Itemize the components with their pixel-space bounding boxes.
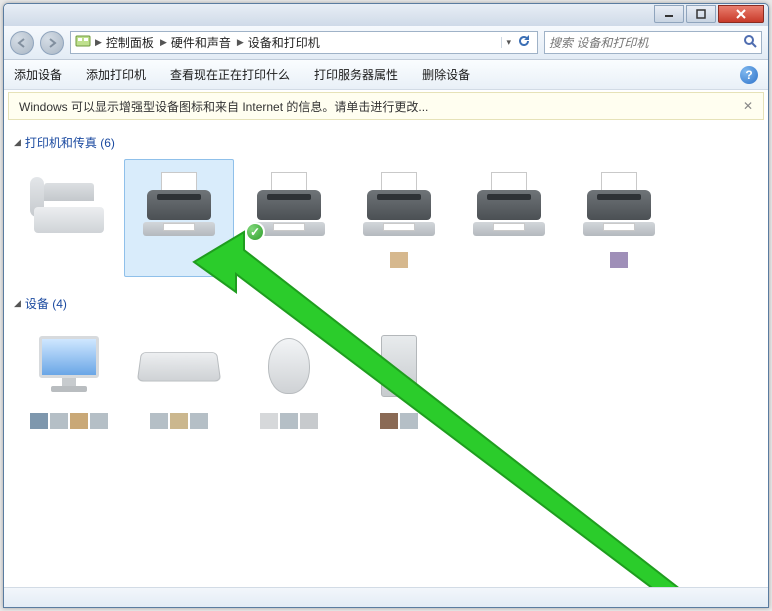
control-panel-icon <box>75 33 91 52</box>
add-printer-button[interactable]: 添加打印机 <box>86 66 146 83</box>
window-minimize-button[interactable] <box>654 5 684 23</box>
chevron-right-icon: ▶ <box>95 37 102 48</box>
printer-item[interactable] <box>124 159 234 277</box>
printer-icon <box>461 166 557 244</box>
printer-item[interactable]: ✓ <box>234 159 344 277</box>
window-titlebar <box>4 4 768 26</box>
label-swatches <box>19 413 119 429</box>
content-pane: ◢ 打印机和传真 (6) ✓ ◢ 设备 (4) <box>4 122 768 587</box>
keyboard-icon <box>131 327 227 405</box>
collapse-icon: ◢ <box>14 298 21 309</box>
address-dropdown-button[interactable]: ▾ <box>501 37 511 48</box>
devices-grid <box>14 320 758 438</box>
fax-item[interactable] <box>14 159 124 277</box>
explorer-window: ▶ 控制面板 ▶ 硬件和声音 ▶ 设备和打印机 ▾ 添加设备 添加打印机 查看现在正… <box>3 3 769 608</box>
search-icon <box>743 34 757 51</box>
device-item[interactable] <box>234 320 344 438</box>
chevron-right-icon: ▶ <box>237 37 244 48</box>
printers-section-title: 打印机和传真 (6) <box>25 134 115 151</box>
device-item[interactable] <box>344 320 454 438</box>
printer-item[interactable] <box>564 159 674 277</box>
label-swatches <box>129 413 229 429</box>
devices-section-header[interactable]: ◢ 设备 (4) <box>14 295 758 312</box>
refresh-button[interactable] <box>513 34 533 51</box>
printers-section-header[interactable]: ◢ 打印机和传真 (6) <box>14 134 758 151</box>
info-bar-close-button[interactable]: ✕ <box>743 99 753 113</box>
printer-icon <box>131 166 227 244</box>
devices-section-title: 设备 (4) <box>25 295 67 312</box>
info-bar[interactable]: Windows 可以显示增强型设备图标和来自 Internet 的信息。请单击进… <box>8 92 764 120</box>
printer-item[interactable] <box>454 159 564 277</box>
nav-forward-button[interactable] <box>40 31 64 55</box>
label-swatches <box>349 252 449 268</box>
window-close-button[interactable] <box>718 5 764 23</box>
see-printing-button[interactable]: 查看现在正在打印什么 <box>170 66 290 83</box>
remove-device-button[interactable]: 删除设备 <box>422 66 470 83</box>
search-input[interactable] <box>549 36 743 50</box>
label-swatches <box>569 252 669 268</box>
device-item[interactable] <box>124 320 234 438</box>
label-swatches <box>239 413 339 429</box>
navigation-bar: ▶ 控制面板 ▶ 硬件和声音 ▶ 设备和打印机 ▾ <box>4 26 768 60</box>
address-bar[interactable]: ▶ 控制面板 ▶ 硬件和声音 ▶ 设备和打印机 ▾ <box>70 31 538 54</box>
printer-icon: ✓ <box>241 166 337 244</box>
breadcrumb-seg-0[interactable]: 控制面板 <box>106 34 154 51</box>
breadcrumb-seg-2[interactable]: 设备和打印机 <box>248 34 320 51</box>
label-swatches <box>349 413 449 429</box>
printer-item[interactable] <box>344 159 454 277</box>
fax-icon <box>21 166 117 244</box>
breadcrumb-seg-1[interactable]: 硬件和声音 <box>171 34 231 51</box>
info-bar-text: Windows 可以显示增强型设备图标和来自 Internet 的信息。请单击进… <box>19 98 428 115</box>
print-server-props-button[interactable]: 打印服务器属性 <box>314 66 398 83</box>
printers-grid: ✓ <box>14 159 758 277</box>
printer-icon <box>571 166 667 244</box>
device-item[interactable] <box>14 320 124 438</box>
nav-back-button[interactable] <box>10 31 34 55</box>
window-maximize-button[interactable] <box>686 5 716 23</box>
drive-icon <box>351 327 447 405</box>
command-bar: 添加设备 添加打印机 查看现在正在打印什么 打印服务器属性 删除设备 ? <box>4 60 768 90</box>
help-button[interactable]: ? <box>740 66 758 84</box>
monitor-icon <box>21 327 117 405</box>
default-badge-icon: ✓ <box>245 222 265 242</box>
add-device-button[interactable]: 添加设备 <box>14 66 62 83</box>
status-bar <box>4 587 768 607</box>
search-box[interactable] <box>544 31 762 54</box>
printer-icon <box>351 166 447 244</box>
chevron-right-icon: ▶ <box>160 37 167 48</box>
mouse-icon <box>241 327 337 405</box>
collapse-icon: ◢ <box>14 137 21 148</box>
